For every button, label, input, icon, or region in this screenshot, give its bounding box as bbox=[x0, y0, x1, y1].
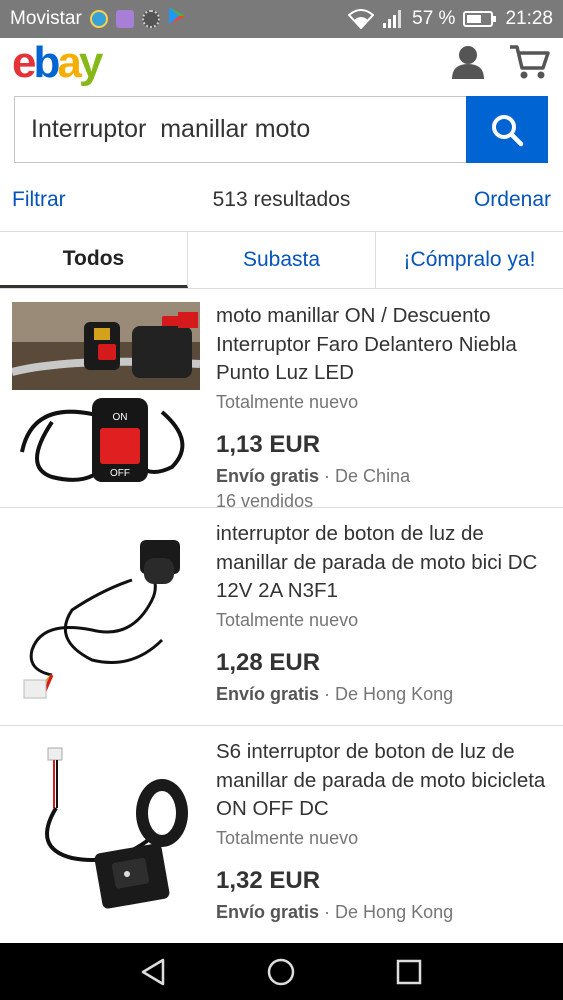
wifi-icon bbox=[348, 9, 375, 29]
item-title[interactable]: moto manillar ON / Descuento Interruptor… bbox=[216, 302, 551, 388]
item-condition: Totalmente nuevo bbox=[216, 827, 359, 848]
app-header: ebay bbox=[0, 38, 563, 90]
list-item[interactable]: S6 interruptor de boton de luz de manill… bbox=[0, 726, 563, 943]
results-bar: 513 resultados Filtrar Ordenar bbox=[0, 180, 563, 220]
user-icon[interactable] bbox=[450, 44, 486, 85]
clock: 21:28 bbox=[505, 8, 553, 29]
thumb-off-label: OFF bbox=[110, 468, 130, 479]
home-icon[interactable] bbox=[266, 957, 296, 987]
search-button[interactable] bbox=[466, 96, 548, 163]
search-icon bbox=[492, 114, 524, 146]
list-item[interactable]: interruptor de boton de luz de manillar … bbox=[0, 508, 563, 726]
system-nav-bar bbox=[0, 943, 563, 1000]
item-info: S6 interruptor de boton de luz de manill… bbox=[216, 738, 551, 924]
signal-icon bbox=[382, 9, 404, 29]
app-icon bbox=[89, 10, 108, 28]
item-price: 1,28 EUR bbox=[216, 648, 321, 676]
ebay-logo[interactable]: ebay bbox=[12, 40, 103, 86]
play-store-icon bbox=[168, 6, 186, 32]
battery-icon bbox=[463, 10, 497, 28]
gallery-icon bbox=[115, 10, 134, 28]
item-image[interactable]: ON OFF bbox=[12, 302, 200, 490]
item-shipping: Envío gratis · De Hong Kong bbox=[216, 900, 551, 924]
battery-percent: 57 % bbox=[412, 8, 456, 29]
list-item[interactable]: ON OFF moto manillar ON / Descuento Inte… bbox=[0, 290, 563, 511]
item-origin: · De China bbox=[324, 465, 411, 486]
item-title[interactable]: S6 interruptor de boton de luz de manill… bbox=[216, 738, 551, 824]
cart-icon[interactable] bbox=[508, 44, 550, 85]
item-title[interactable]: interruptor de boton de luz de manillar … bbox=[216, 520, 551, 606]
filter-button[interactable]: Filtrar bbox=[12, 188, 66, 212]
item-image[interactable] bbox=[12, 520, 200, 708]
settings-icon bbox=[141, 10, 160, 28]
search-input[interactable]: Interruptor manillar moto bbox=[14, 96, 466, 163]
item-shipping: Envío gratis · De China bbox=[216, 464, 551, 488]
item-price: 1,32 EUR bbox=[216, 866, 321, 894]
tab-todos[interactable]: Todos bbox=[0, 232, 188, 288]
item-info: interruptor de boton de luz de manillar … bbox=[216, 520, 551, 706]
item-price: 1,13 EUR bbox=[216, 430, 321, 458]
back-icon[interactable] bbox=[139, 957, 169, 987]
item-info: moto manillar ON / Descuento Interruptor… bbox=[216, 302, 551, 514]
recents-icon[interactable] bbox=[394, 957, 424, 987]
free-shipping-label: Envío gratis bbox=[216, 465, 320, 486]
tab-compralo-ya[interactable]: ¡Cómpralo ya! bbox=[376, 232, 563, 288]
item-origin: · De Hong Kong bbox=[324, 683, 454, 704]
free-shipping-label: Envío gratis bbox=[216, 683, 320, 704]
listing-tabs: Todos Subasta ¡Cómpralo ya! bbox=[0, 231, 563, 289]
search-query: Interruptor manillar moto bbox=[31, 115, 311, 143]
carrier-name: Movistar bbox=[10, 8, 82, 29]
thumb-on-label: ON bbox=[113, 412, 128, 423]
item-shipping: Envío gratis · De Hong Kong bbox=[216, 682, 551, 706]
item-condition: Totalmente nuevo bbox=[216, 609, 359, 630]
item-origin: · De Hong Kong bbox=[324, 901, 454, 922]
tab-subasta[interactable]: Subasta bbox=[188, 232, 376, 288]
item-image[interactable] bbox=[12, 738, 200, 926]
results-list: ON OFF moto manillar ON / Descuento Inte… bbox=[0, 290, 563, 943]
status-bar: Movistar 57 % 21:28 bbox=[0, 0, 563, 38]
search-bar: Interruptor manillar moto bbox=[14, 96, 548, 163]
item-condition: Totalmente nuevo bbox=[216, 391, 359, 412]
free-shipping-label: Envío gratis bbox=[216, 901, 320, 922]
sort-button[interactable]: Ordenar bbox=[474, 188, 551, 212]
